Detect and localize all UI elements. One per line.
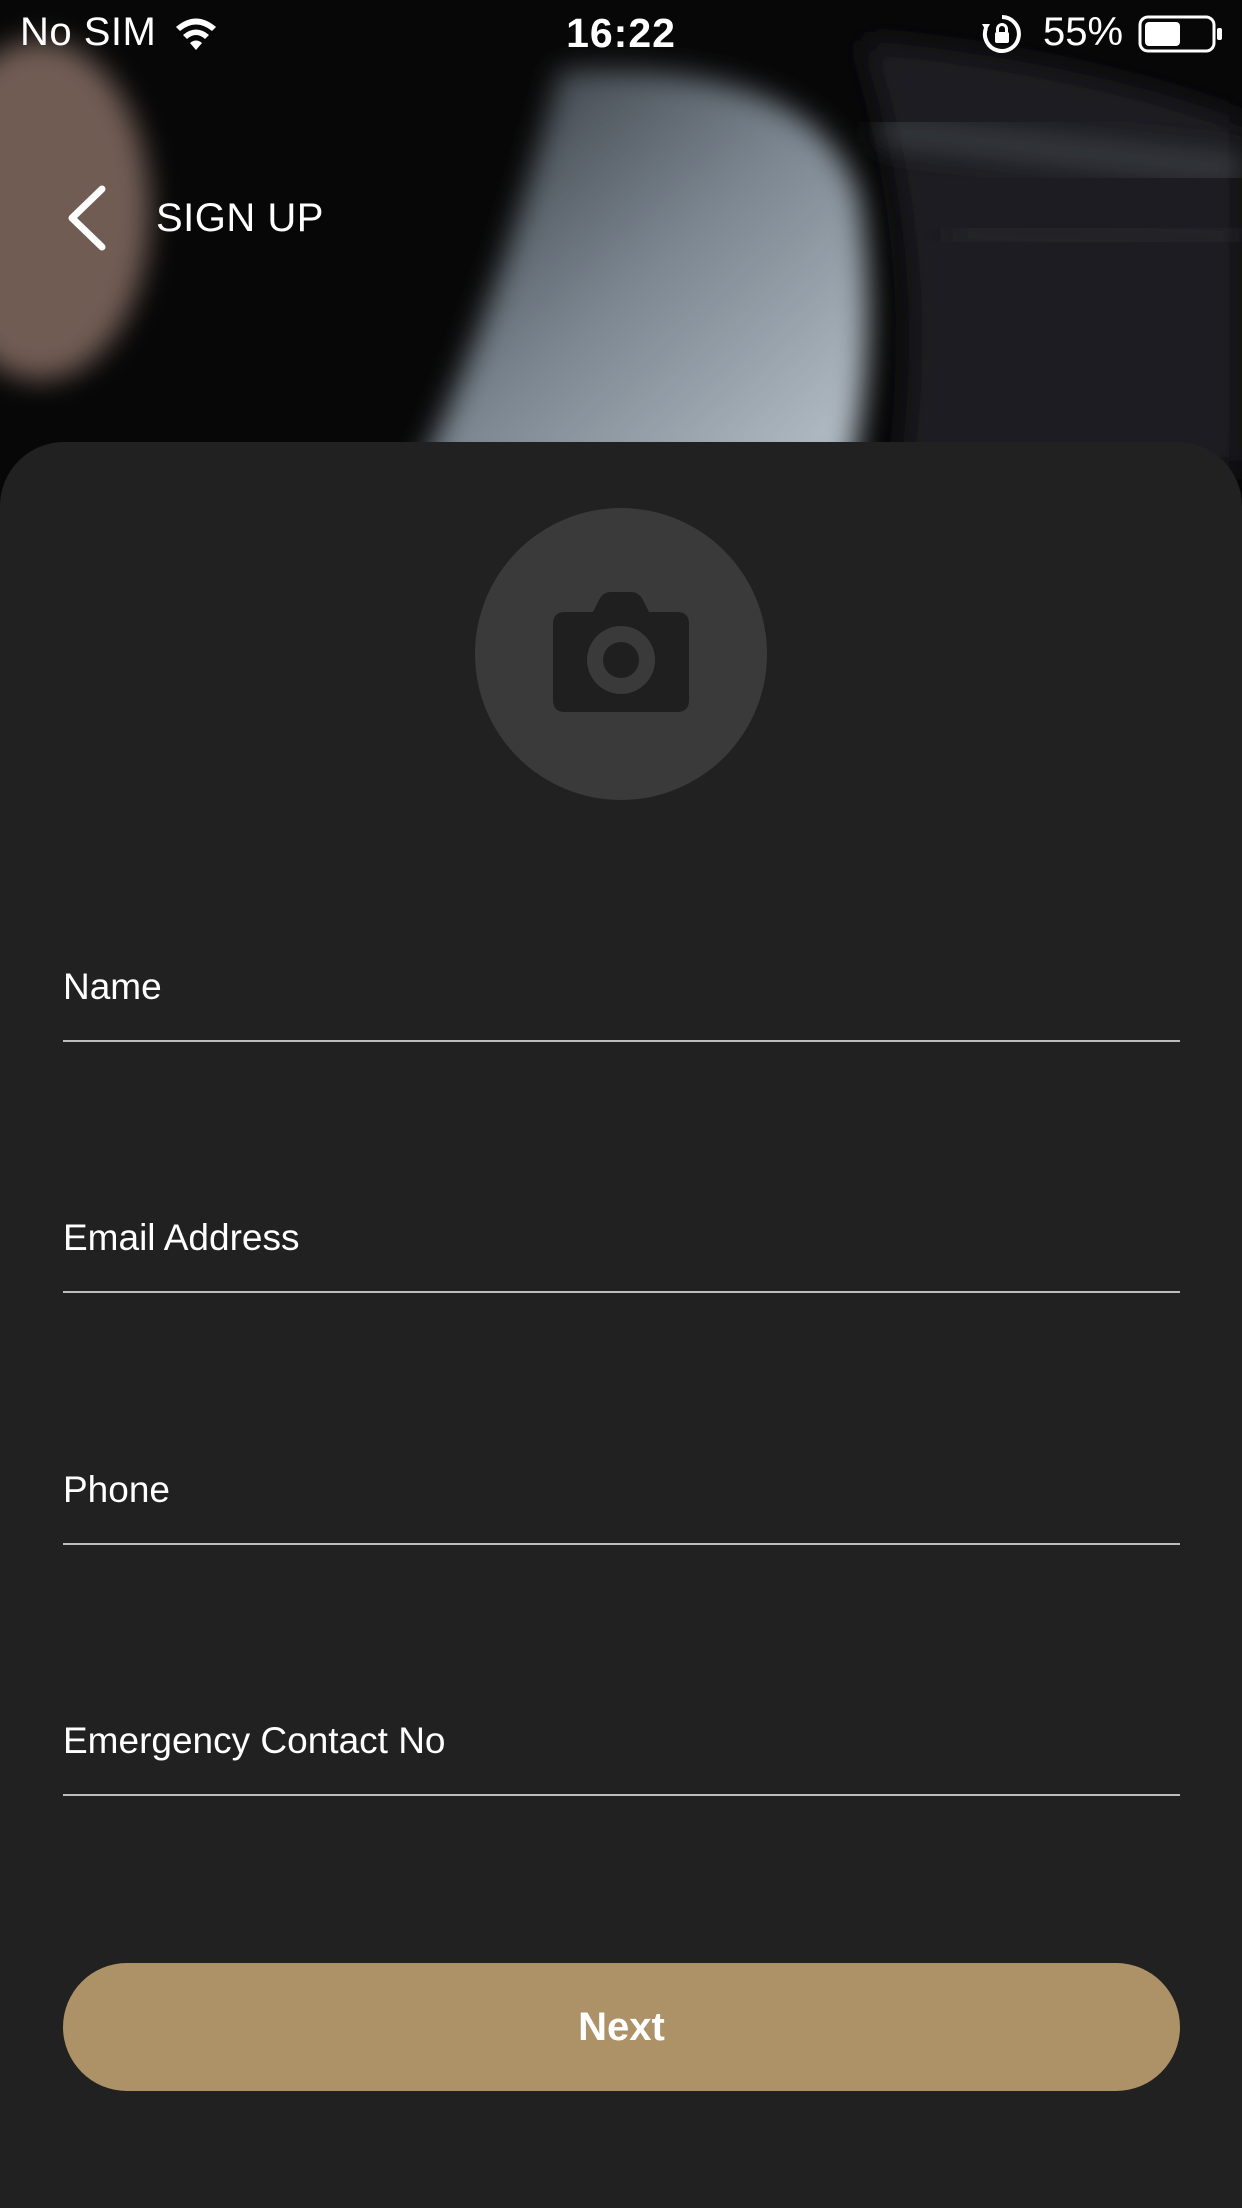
- status-bar: No SIM 16:22 55%: [0, 0, 1242, 66]
- email-input[interactable]: [63, 1181, 1180, 1291]
- rotation-lock-icon: [980, 12, 1024, 56]
- emergency-contact-field[interactable]: Emergency Contact No: [63, 1684, 1180, 1796]
- phone-field[interactable]: Phone: [63, 1433, 1180, 1545]
- name-input[interactable]: [63, 930, 1180, 1040]
- phone-input[interactable]: [63, 1433, 1180, 1543]
- emergency-contact-input[interactable]: [63, 1684, 1180, 1794]
- next-button[interactable]: Next: [63, 1963, 1180, 2091]
- back-button[interactable]: [56, 180, 116, 260]
- camera-icon: [551, 590, 691, 719]
- battery-percentage: 55%: [1043, 10, 1124, 54]
- page-title: SIGN UP: [156, 196, 324, 240]
- avatar-upload-button[interactable]: [475, 508, 767, 800]
- battery-icon: [1138, 14, 1224, 54]
- email-field[interactable]: Email Address: [63, 1181, 1180, 1293]
- name-field[interactable]: Name: [63, 930, 1180, 1042]
- chevron-left-icon: [64, 185, 108, 256]
